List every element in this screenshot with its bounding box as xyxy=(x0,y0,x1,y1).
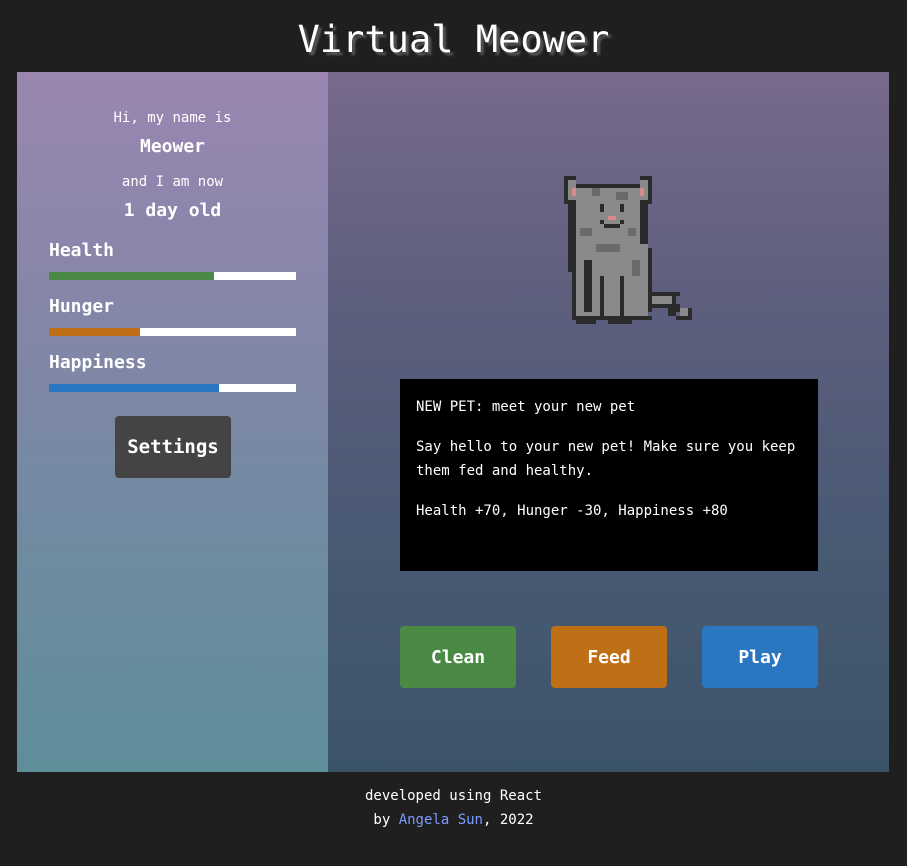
app-title: Virtual Meower xyxy=(297,18,610,61)
name-intro-text: Hi, my name is xyxy=(113,110,232,126)
pet-age: 1 day old xyxy=(123,200,222,221)
happiness-label: Happiness xyxy=(49,352,147,373)
settings-button[interactable]: Settings xyxy=(115,416,231,478)
message-title: NEW PET: meet your new pet xyxy=(416,399,636,415)
hunger-bar xyxy=(49,328,296,336)
health-label: Health xyxy=(49,240,115,261)
hunger-label: Hunger xyxy=(49,296,115,317)
pet-display-panel: NEW PET: meet your new pet Say hello to … xyxy=(328,72,889,772)
hunger-bar-fill xyxy=(49,328,141,336)
footer-tech-text: developed using React xyxy=(364,788,542,804)
feed-button[interactable]: Feed xyxy=(551,626,667,688)
pet-status-panel: Hi, my name is Meower and I am now 1 day… xyxy=(17,72,328,772)
happiness-bar xyxy=(49,384,296,392)
happiness-bar-fill xyxy=(49,384,220,392)
message-effects: Health +70, Hunger -30, Happiness +80 xyxy=(416,503,728,519)
pixel-cat-icon xyxy=(564,176,692,324)
footer-year-text: , 2022 xyxy=(483,812,534,828)
message-box: NEW PET: meet your new pet Say hello to … xyxy=(400,379,818,571)
author-link[interactable]: Angela Sun xyxy=(399,812,483,828)
footer: developed using React by Angela Sun, 202… xyxy=(0,784,907,832)
play-button[interactable]: Play xyxy=(702,626,818,688)
pet-name: Meower xyxy=(139,136,206,157)
clean-button[interactable]: Clean xyxy=(400,626,516,688)
health-bar xyxy=(49,272,296,280)
footer-by-text: by xyxy=(373,812,391,828)
main-area: Hi, my name is Meower and I am now 1 day… xyxy=(17,72,889,772)
message-body: Say hello to your new pet! Make sure you… xyxy=(416,439,796,479)
health-bar-fill xyxy=(49,272,215,280)
footer-credit: by Angela Sun, 2022 xyxy=(0,808,907,832)
age-intro-text: and I am now xyxy=(121,174,224,190)
